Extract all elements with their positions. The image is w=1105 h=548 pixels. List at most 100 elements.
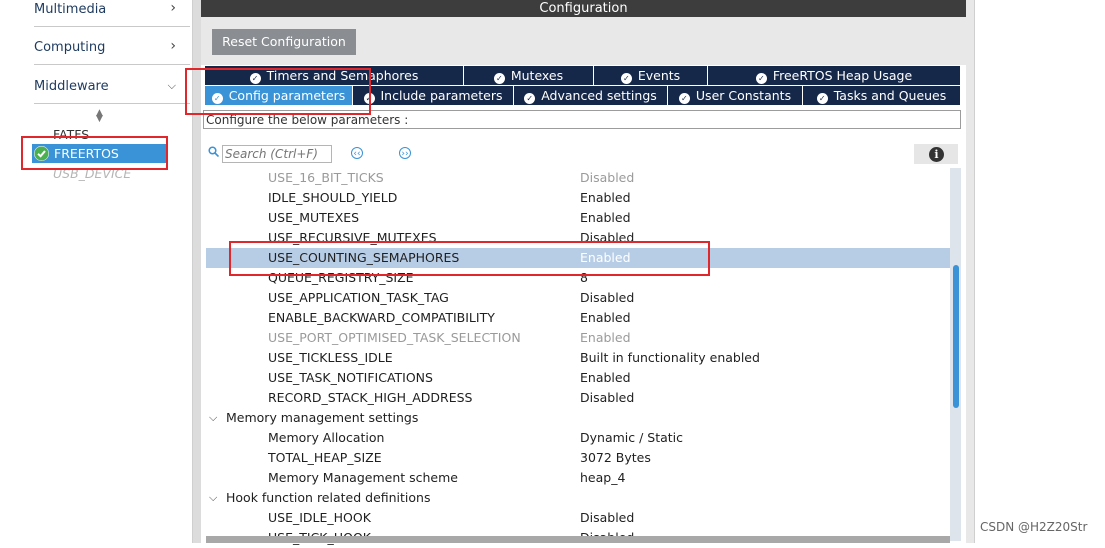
parameter-value[interactable]: Enabled [580, 249, 631, 267]
parameter-value[interactable]: 8 [580, 269, 588, 287]
check-icon: ✓ [816, 93, 828, 104]
horizontal-scrollbar[interactable] [206, 536, 950, 543]
category-middleware[interactable]: Middleware ⌵ [34, 77, 190, 104]
tab-label: FreeRTOS Heap Usage [772, 68, 913, 83]
info-icon: i [929, 147, 944, 162]
parameter-value[interactable]: 3072 Bytes [580, 449, 651, 467]
check-icon: ✓ [249, 73, 261, 84]
parameter-row[interactable]: QUEUE_REGISTRY_SIZE 8 [206, 268, 950, 288]
parameter-value[interactable]: Built in functionality enabled [580, 349, 760, 367]
parameter-name: Memory Management scheme [268, 470, 458, 485]
middleware-item-fatfs[interactable]: FATFS [53, 127, 89, 142]
parameter-row[interactable]: USE_COUNTING_SEMAPHORES Enabled [206, 248, 950, 268]
parameter-name: USE_COUNTING_SEMAPHORES [268, 250, 460, 265]
parameter-row[interactable]: USE_MUTEXES Enabled [206, 208, 950, 228]
parameter-value[interactable]: Enabled [580, 189, 631, 207]
tab-label: Include parameters [380, 88, 503, 103]
chevron-down-icon[interactable]: ⌵ [209, 409, 217, 427]
parameter-value[interactable]: Disabled [580, 289, 634, 307]
check-icon: ✓ [524, 93, 536, 104]
parameter-name: USE_APPLICATION_TASK_TAG [268, 290, 449, 305]
parameter-value[interactable]: Enabled [580, 209, 631, 227]
parameter-name: USE_TASK_NOTIFICATIONS [268, 370, 433, 385]
parameter-row[interactable]: USE_TICKLESS_IDLE Built in functionality … [206, 348, 950, 368]
tab-label: Config parameters [228, 88, 346, 103]
parameter-row[interactable]: TOTAL_HEAP_SIZE 3072 Bytes [206, 448, 950, 468]
parameter-name: USE_MUTEXES [268, 210, 360, 225]
group-label: Hook function related definitions [226, 490, 431, 505]
category-computing[interactable]: Computing › [34, 38, 190, 65]
category-label: Multimedia [34, 2, 107, 17]
parameter-row[interactable]: Memory Management scheme heap_4 [206, 468, 950, 488]
tab-events[interactable]: ✓ Events [594, 66, 708, 85]
tab-tasks-and-queues[interactable]: ✓ Tasks and Queues [803, 86, 960, 105]
sort-icon[interactable]: ▲ ▼ [96, 109, 103, 124]
parameter-row[interactable]: USE_TASK_NOTIFICATIONS Enabled [206, 368, 950, 388]
item-label: FREERTOS [54, 146, 119, 161]
parameter-name: USE_TICKLESS_IDLE [268, 350, 393, 365]
category-multimedia[interactable]: Multimedia › [34, 0, 190, 27]
parameter-name: RECORD_STACK_HIGH_ADDRESS [268, 390, 473, 405]
tab-config-parameters[interactable]: ✓ Config parameters [205, 86, 353, 105]
chevron-down-icon[interactable]: ⌵ [209, 489, 217, 507]
tab-label: Mutexes [510, 68, 564, 83]
tab-label: Advanced settings [541, 88, 657, 103]
parameter-value[interactable]: Disabled [580, 389, 634, 407]
check-icon: ✓ [363, 93, 375, 104]
parameter-value[interactable]: Disabled [580, 169, 634, 187]
parameter-row[interactable]: USE_IDLE_HOOK Disabled [206, 508, 950, 528]
check-icon: ✓ [755, 73, 767, 84]
parameter-value[interactable]: Dynamic / Static [580, 429, 683, 447]
middleware-item-freertos[interactable]: FREERTOS [32, 144, 166, 163]
chevron-right-icon: › [170, 38, 176, 54]
parameter-value[interactable]: heap_4 [580, 469, 625, 487]
tab-label: Tasks and Queues [833, 88, 947, 103]
parameter-value[interactable]: Disabled [580, 509, 634, 527]
tab-mutexes[interactable]: ✓ Mutexes [464, 66, 594, 85]
tab-include-parameters[interactable]: ✓ Include parameters [353, 86, 514, 105]
group-label: Memory management settings [226, 410, 419, 425]
parameter-row[interactable]: USE_16_BIT_TICKS Disabled [206, 168, 950, 188]
search-input[interactable] [222, 145, 332, 163]
middleware-item-usb-device[interactable]: USB_DEVICE [53, 166, 131, 181]
parameter-value[interactable]: Enabled [580, 309, 631, 327]
tab-advanced-settings[interactable]: ✓ Advanced settings [514, 86, 668, 105]
tab-user-constants[interactable]: ✓ User Constants [668, 86, 803, 105]
check-icon: ✓ [493, 73, 505, 84]
parameter-row[interactable]: IDLE_SHOULD_YIELD Enabled [206, 188, 950, 208]
search-next-icon[interactable]: ›› [399, 147, 411, 159]
parameter-row[interactable]: ENABLE_BACKWARD_COMPATIBILITY Enabled [206, 308, 950, 328]
chevron-down-icon: ⌵ [167, 79, 176, 92]
category-label: Computing [34, 40, 106, 55]
configuration-title: Configuration [201, 0, 966, 17]
parameter-name: USE_IDLE_HOOK [268, 510, 371, 525]
chevron-right-icon: › [170, 0, 176, 16]
tab-label: Timers and Semaphores [266, 68, 419, 83]
parameter-row[interactable]: USE_PORT_OPTIMISED_TASK_SELECTION Enabled [206, 328, 950, 348]
parameter-value[interactable]: Enabled [580, 329, 631, 347]
category-label: Middleware [34, 79, 109, 94]
item-label: USB_DEVICE [53, 166, 132, 181]
parameter-name: USE_16_BIT_TICKS [268, 170, 384, 185]
parameter-value[interactable]: Enabled [580, 369, 631, 387]
reset-configuration-button[interactable]: Reset Configuration [212, 29, 356, 55]
scrollbar-thumb[interactable] [953, 265, 959, 408]
tab-freertos-heap-usage[interactable]: ✓ FreeRTOS Heap Usage [708, 66, 960, 85]
search-previous-icon[interactable]: ‹‹ [351, 147, 363, 159]
parameter-group[interactable]: ⌵ Hook function related definitions [206, 488, 950, 508]
parameter-row[interactable]: Memory Allocation Dynamic / Static [206, 428, 950, 448]
parameter-row[interactable]: USE_APPLICATION_TASK_TAG Disabled [206, 288, 950, 308]
watermark: CSDN @H2Z20Str [980, 520, 1088, 534]
info-button[interactable]: i [914, 144, 958, 164]
parameter-name: ENABLE_BACKWARD_COMPATIBILITY [268, 310, 495, 325]
parameter-name: QUEUE_REGISTRY_SIZE [268, 270, 414, 285]
parameter-row[interactable]: RECORD_STACK_HIGH_ADDRESS Disabled [206, 388, 950, 408]
parameter-group[interactable]: ⌵ Memory management settings [206, 408, 950, 428]
item-label: FATFS [53, 127, 90, 142]
check-circle-icon [34, 146, 49, 161]
parameter-row[interactable]: USE_RECURSIVE_MUTEXES Disabled [206, 228, 950, 248]
check-icon: ✓ [678, 93, 690, 104]
check-icon: ✓ [620, 73, 632, 84]
tab-timers-and-semaphores[interactable]: ✓ Timers and Semaphores [205, 66, 464, 85]
parameter-value[interactable]: Disabled [580, 229, 634, 247]
